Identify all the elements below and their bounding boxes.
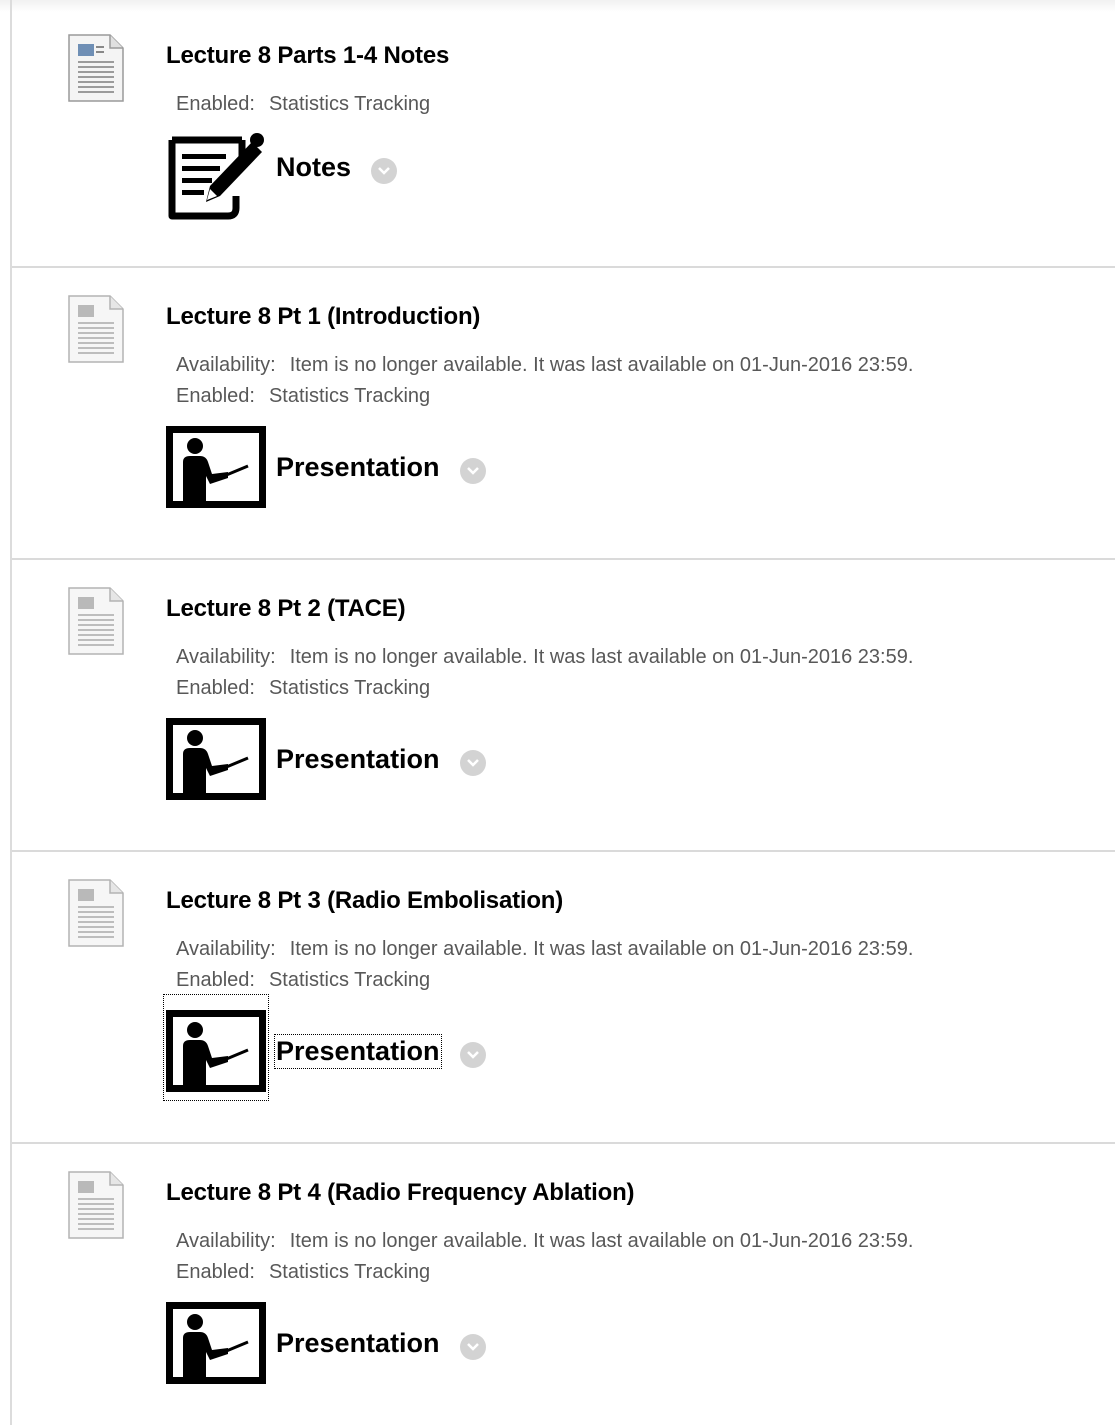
availability-value: Item is no longer available. It was last… [289, 354, 914, 376]
chevron-down-icon[interactable] [371, 158, 397, 184]
media-link-presentation[interactable]: Presentation [276, 1328, 440, 1359]
item-title-link[interactable]: Lecture 8 Pt 2 (TACE) [166, 595, 406, 623]
enabled-value: Statistics Tracking [268, 93, 431, 115]
item-title-link[interactable]: Lecture 8 Pt 3 (Radio Embolisation) [166, 887, 563, 915]
availability-value: Item is no longer available. It was last… [289, 646, 914, 668]
media-link-presentation[interactable]: Presentation [276, 744, 440, 775]
item-title-link[interactable]: Lecture 8 Pt 1 (Introduction) [166, 303, 480, 331]
item-meta: Availability: Item is no longer available… [176, 1226, 913, 1288]
document-icon [68, 1171, 124, 1239]
presentation-icon[interactable] [166, 1302, 266, 1384]
media-link-presentation[interactable]: Presentation [274, 1034, 442, 1069]
enabled-label: Enabled: [176, 385, 255, 407]
availability-value: Item is no longer available. It was last… [289, 1230, 914, 1252]
chevron-down-icon[interactable] [460, 1042, 486, 1068]
content-item: Lecture 8 Pt 4 (Radio Frequency Ablation… [12, 1144, 1115, 1426]
item-meta: Availability: Item is no longer available… [176, 642, 913, 704]
enabled-value: Statistics Tracking [268, 385, 431, 407]
enabled-label: Enabled: [176, 93, 255, 115]
enabled-label: Enabled: [176, 969, 255, 991]
document-icon [68, 295, 124, 363]
media-link-notes[interactable]: Notes [276, 152, 351, 183]
enabled-label: Enabled: [176, 677, 255, 699]
content-item: Lecture 8 Pt 1 (Introduction) Availabili… [12, 268, 1115, 560]
content-item: Lecture 8 Pt 3 (Radio Embolisation) Avai… [12, 852, 1115, 1144]
enabled-value: Statistics Tracking [268, 677, 431, 699]
chevron-down-icon[interactable] [460, 750, 486, 776]
chevron-down-icon[interactable] [460, 458, 486, 484]
presentation-icon[interactable] [166, 1010, 266, 1092]
content-item: Lecture 8 Pt 2 (TACE) Availability: Item … [12, 560, 1115, 852]
presentation-icon[interactable] [166, 718, 266, 800]
content-list: Lecture 8 Parts 1-4 Notes Enabled: Statis… [12, 0, 1115, 1426]
availability-label: Availability: [176, 646, 276, 668]
enabled-value: Statistics Tracking [268, 1261, 431, 1283]
item-title-link[interactable]: Lecture 8 Pt 4 (Radio Frequency Ablation… [166, 1179, 635, 1207]
document-icon [68, 34, 124, 102]
document-icon [68, 879, 124, 947]
presentation-icon[interactable] [166, 426, 266, 508]
availability-label: Availability: [176, 1230, 276, 1252]
item-meta: Availability: Item is no longer available… [176, 350, 913, 412]
item-meta: Availability: Item is no longer available… [176, 934, 913, 996]
availability-label: Availability: [176, 354, 276, 376]
document-icon [68, 587, 124, 655]
notes-pencil-icon[interactable] [166, 130, 266, 222]
item-title-link[interactable]: Lecture 8 Parts 1-4 Notes [166, 42, 449, 70]
item-meta: Enabled: Statistics Tracking [176, 89, 430, 120]
enabled-label: Enabled: [176, 1261, 255, 1283]
availability-label: Availability: [176, 938, 276, 960]
chevron-down-icon[interactable] [460, 1334, 486, 1360]
availability-value: Item is no longer available. It was last… [289, 938, 914, 960]
media-link-presentation[interactable]: Presentation [276, 452, 440, 483]
enabled-value: Statistics Tracking [268, 969, 431, 991]
content-item: Lecture 8 Parts 1-4 Notes Enabled: Statis… [12, 0, 1115, 268]
